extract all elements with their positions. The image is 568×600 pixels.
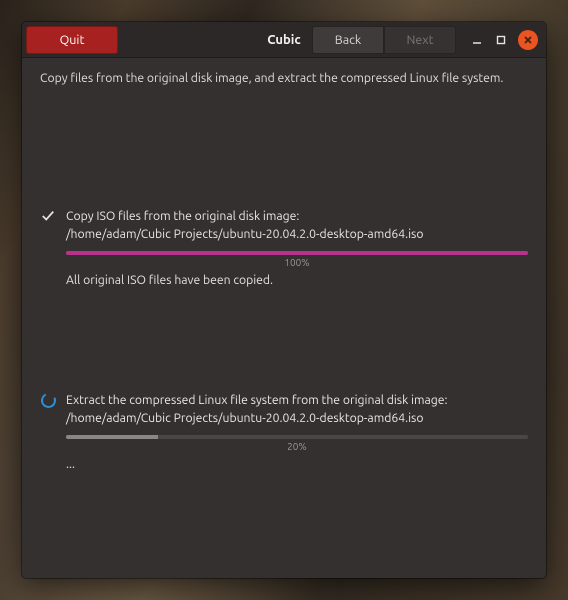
page-description: Copy files from the original disk image,… (40, 72, 528, 85)
quit-button[interactable]: Quit (26, 26, 118, 54)
task-extract-fs: Extract the compressed Linux file system… (40, 392, 528, 471)
minimize-button[interactable] (470, 33, 484, 47)
close-icon (523, 35, 533, 45)
nav-button-group: Back Next (312, 26, 456, 54)
progress-bar (66, 435, 528, 439)
check-icon (40, 208, 56, 223)
task-path: /home/adam/Cubic Projects/ubuntu-20.04.2… (66, 410, 528, 428)
maximize-icon (496, 35, 506, 45)
window-controls (470, 30, 538, 50)
task-status: ... (66, 458, 528, 471)
back-button[interactable]: Back (312, 26, 384, 54)
progress-label: 100% (66, 257, 528, 268)
minimize-icon (472, 35, 482, 45)
progress-fill (66, 435, 158, 439)
content-area: Copy files from the original disk image,… (22, 58, 546, 578)
progress-bar (66, 251, 528, 255)
close-button[interactable] (518, 30, 538, 50)
cubic-window: Quit Cubic Back Next Copy files from the… (22, 22, 546, 578)
maximize-button[interactable] (494, 33, 508, 47)
task-status: All original ISO files have been copied. (66, 274, 528, 287)
progress-fill (66, 251, 528, 255)
task-title: Copy ISO files from the original disk im… (66, 208, 528, 226)
spinner-icon (40, 392, 56, 408)
task-copy-iso: Copy ISO files from the original disk im… (40, 208, 528, 287)
titlebar: Quit Cubic Back Next (22, 22, 546, 58)
task-title: Extract the compressed Linux file system… (66, 392, 528, 410)
next-button: Next (384, 26, 456, 54)
task-path: /home/adam/Cubic Projects/ubuntu-20.04.2… (66, 226, 528, 244)
progress-label: 20% (66, 441, 528, 452)
